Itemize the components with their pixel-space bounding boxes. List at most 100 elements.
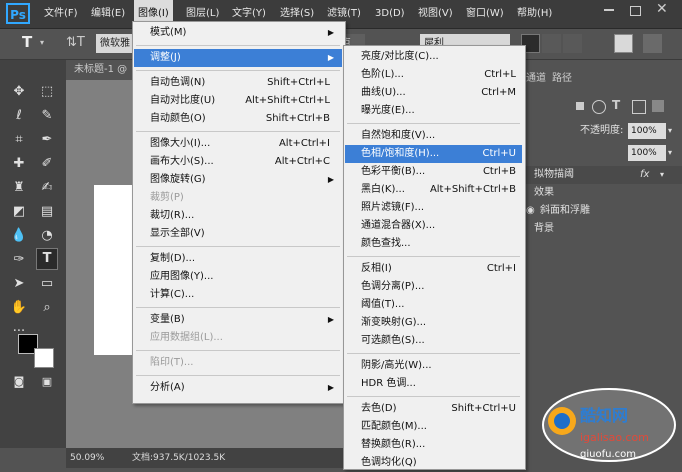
- zoom-tool-icon[interactable]: ⌕: [36, 298, 58, 318]
- adjust-menu-item[interactable]: 曝光度(E)...: [345, 102, 522, 120]
- hand-tool-icon[interactable]: ✋: [8, 298, 30, 318]
- submenu-arrow-icon: ▶: [327, 175, 334, 184]
- adjust-menu-item[interactable]: 颜色查找...: [345, 235, 522, 253]
- image-menu-item[interactable]: 计算(C)...: [134, 286, 342, 304]
- menu-view[interactable]: 视图(V): [414, 0, 457, 28]
- image-menu-item[interactable]: 自动对比度(U) Alt+Shift+Ctrl+L: [134, 92, 342, 110]
- tab-channels[interactable]: 通道: [526, 68, 546, 90]
- image-menu-item[interactable]: 模式(M) ▶: [134, 24, 342, 42]
- adjust-menu-item[interactable]: 曲线(U)... Ctrl+M: [345, 84, 522, 102]
- rectangle-tool-icon[interactable]: ▭: [36, 274, 58, 294]
- background-layer-label[interactable]: 背景: [534, 220, 554, 238]
- tab-paths[interactable]: 路径: [552, 68, 572, 90]
- document-canvas[interactable]: [94, 185, 134, 355]
- image-menu-item[interactable]: 显示全部(V): [134, 225, 342, 243]
- chevron-down-icon[interactable]: ▾: [40, 38, 44, 47]
- menu-help[interactable]: 帮助(H): [513, 0, 556, 28]
- adjust-menu-item[interactable]: 通道混合器(X)...: [345, 217, 522, 235]
- image-menu-item[interactable]: 调整(J) ▶: [134, 49, 342, 67]
- adjust-menu-item[interactable]: 阈值(T)...: [345, 296, 522, 314]
- chevron-down-icon[interactable]: ▾: [668, 122, 672, 140]
- adjust-menu-item[interactable]: 照片滤镜(F)...: [345, 199, 522, 217]
- adjust-filter-icon[interactable]: [592, 100, 606, 114]
- pen-tool-icon[interactable]: ✑: [8, 250, 30, 270]
- fx-icon[interactable]: fx: [640, 166, 649, 184]
- crop-tool-icon[interactable]: ⌗: [8, 130, 30, 150]
- menu-edit[interactable]: 编辑(E): [87, 0, 129, 28]
- eraser-tool-icon[interactable]: ◩: [8, 202, 30, 222]
- gradient-tool-icon[interactable]: ▤: [36, 202, 58, 222]
- adjust-menu-item[interactable]: 色相/饱和度(H)... Ctrl+U: [345, 145, 522, 163]
- image-menu-item-label: 画布大小(S)...: [150, 156, 214, 167]
- menu-window[interactable]: 窗口(W): [462, 0, 508, 28]
- move-tool-icon[interactable]: ✥: [8, 82, 30, 102]
- quick-select-tool-icon[interactable]: ✎: [36, 106, 58, 126]
- align-center-icon[interactable]: [542, 34, 561, 53]
- filter-icon[interactable]: [576, 102, 584, 110]
- adjust-menu-item[interactable]: 渐变映射(G)...: [345, 314, 522, 332]
- text-filter-icon[interactable]: T: [612, 98, 620, 112]
- font-family-select[interactable]: 微软雅: [96, 34, 136, 53]
- history-brush-icon[interactable]: ✍: [36, 178, 58, 198]
- image-menu-item[interactable]: 分析(A) ▶: [134, 379, 342, 397]
- image-menu-item[interactable]: 变量(B) ▶: [134, 311, 342, 329]
- blur-tool-icon[interactable]: 💧: [8, 226, 30, 246]
- image-menu-item-label: 应用图像(Y)...: [150, 271, 214, 282]
- clone-stamp-icon[interactable]: ♜: [8, 178, 30, 198]
- maximize-icon[interactable]: [630, 6, 641, 16]
- adjust-menu-item[interactable]: 色调分离(P)...: [345, 278, 522, 296]
- adjust-menu-item[interactable]: 黑白(K)... Alt+Shift+Ctrl+B: [345, 181, 522, 199]
- opacity-input[interactable]: 100%: [628, 123, 666, 139]
- adjust-menu-item[interactable]: 亮度/对比度(C)...: [345, 48, 522, 66]
- menu-3d[interactable]: 3D(D): [371, 0, 409, 28]
- adjust-menu-item[interactable]: 反相(I) Ctrl+I: [345, 260, 522, 278]
- background-color-swatch[interactable]: [34, 348, 54, 368]
- healing-brush-icon[interactable]: ✚: [8, 154, 30, 174]
- chevron-down-icon[interactable]: ▾: [668, 144, 672, 162]
- type-tool-icon[interactable]: T: [22, 33, 32, 51]
- zoom-level[interactable]: 50.09%: [70, 448, 104, 468]
- adjust-menu-item[interactable]: 可选颜色(S)...: [345, 332, 522, 350]
- image-menu-item[interactable]: 自动颜色(O) Shift+Ctrl+B: [134, 110, 342, 128]
- image-menu-item[interactable]: 裁切(R)...: [134, 207, 342, 225]
- adjust-menu-item[interactable]: 色阶(L)... Ctrl+L: [345, 66, 522, 84]
- image-menu-item[interactable]: 图像大小(I)... Alt+Ctrl+I: [134, 135, 342, 153]
- adjust-menu-item[interactable]: 匹配颜色(M)...: [345, 418, 522, 436]
- align-right-icon[interactable]: [563, 34, 582, 53]
- image-menu-item[interactable]: 自动色调(N) Shift+Ctrl+L: [134, 74, 342, 92]
- minimize-icon[interactable]: [604, 9, 614, 11]
- menu-file[interactable]: 文件(F): [40, 0, 82, 28]
- adjust-menu-item[interactable]: 阴影/高光(W)...: [345, 357, 522, 375]
- eyedropper-tool-icon[interactable]: ✒: [36, 130, 58, 150]
- quick-mask-icon[interactable]: ◙: [8, 372, 30, 392]
- image-menu-item[interactable]: 应用图像(Y)...: [134, 268, 342, 286]
- adjust-menu-item[interactable]: 替换颜色(R)...: [345, 436, 522, 454]
- image-menu-item[interactable]: 画布大小(S)... Alt+Ctrl+C: [134, 153, 342, 171]
- shape-filter-icon[interactable]: [632, 100, 646, 114]
- fill-input[interactable]: 100%: [628, 145, 666, 161]
- path-selection-icon[interactable]: ➤: [8, 274, 30, 294]
- adjust-menu-item[interactable]: HDR 色调...: [345, 375, 522, 393]
- text-color-swatch[interactable]: [614, 34, 633, 53]
- adjust-menu-item[interactable]: 自然饱和度(V)...: [345, 127, 522, 145]
- image-menu-item[interactable]: 图像旋转(G) ▶: [134, 171, 342, 189]
- warp-text-icon[interactable]: [643, 34, 662, 53]
- layer-name[interactable]: 拟物描阈: [534, 166, 574, 184]
- adjust-menu-item[interactable]: 去色(D) Shift+Ctrl+U: [345, 400, 522, 418]
- eye-icon[interactable]: ◉: [526, 202, 535, 220]
- smart-object-filter-icon[interactable]: [652, 100, 664, 112]
- type-tool-icon[interactable]: T: [36, 248, 58, 270]
- bevel-emboss-label[interactable]: 斜面和浮雕: [540, 202, 590, 220]
- brush-tool-icon[interactable]: ✐: [36, 154, 58, 174]
- lasso-tool-icon[interactable]: ℓ: [8, 106, 30, 126]
- close-icon[interactable]: ✕: [656, 1, 668, 17]
- screen-mode-icon[interactable]: ▣: [36, 372, 58, 392]
- image-menu-item: 陷印(T)...: [134, 354, 342, 372]
- marquee-tool-icon[interactable]: ⬚: [36, 82, 58, 102]
- image-menu-item[interactable]: 复制(D)...: [134, 250, 342, 268]
- toggle-orientation-icon[interactable]: ⇅T: [66, 35, 85, 50]
- chevron-down-icon[interactable]: ▾: [660, 166, 664, 184]
- dodge-tool-icon[interactable]: ◔: [36, 226, 58, 246]
- adjust-menu-item[interactable]: 色调均化(Q): [345, 454, 522, 472]
- adjust-menu-item[interactable]: 色彩平衡(B)... Ctrl+B: [345, 163, 522, 181]
